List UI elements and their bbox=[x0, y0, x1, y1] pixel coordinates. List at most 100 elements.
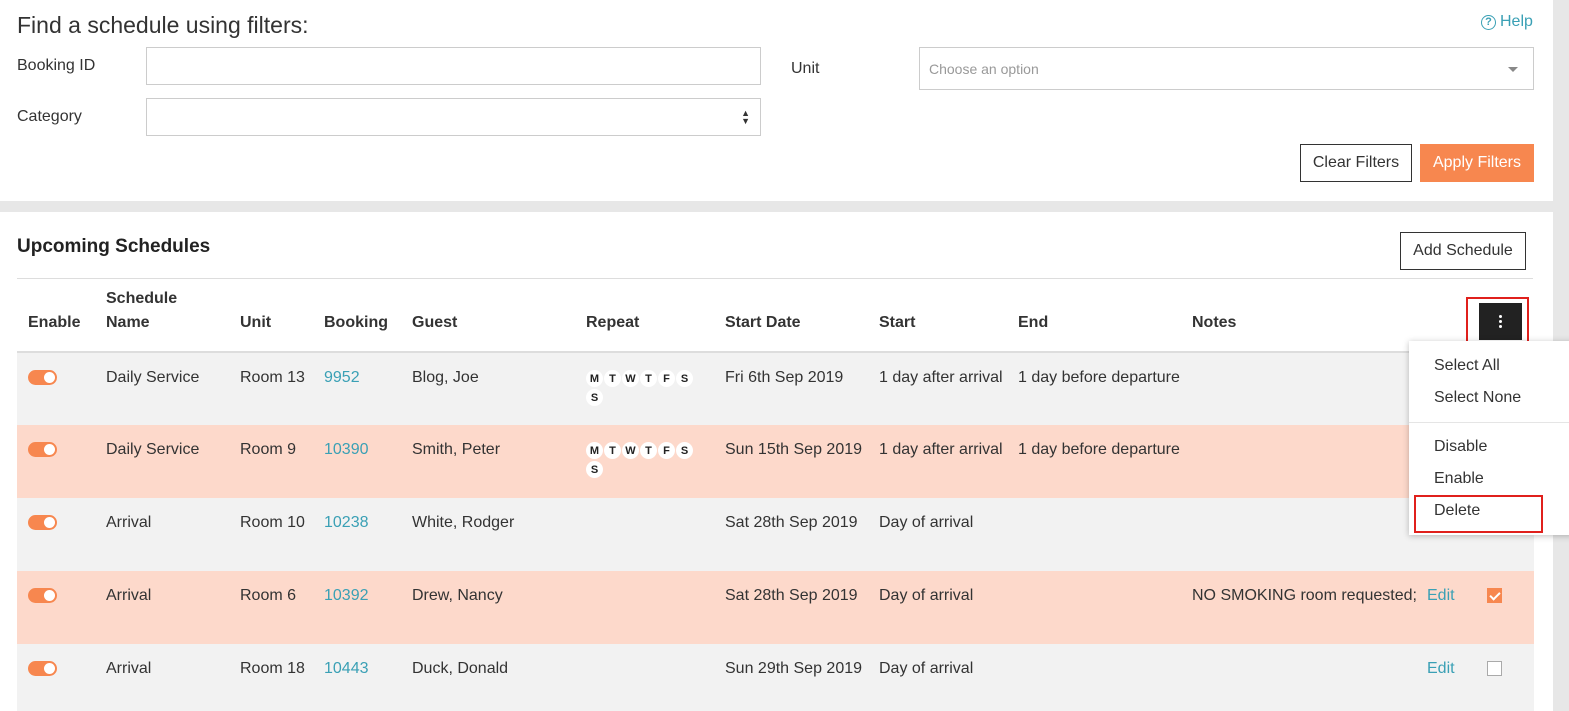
schedule-name: Arrival bbox=[106, 571, 240, 644]
row-checkbox[interactable] bbox=[1487, 661, 1502, 676]
enable-toggle[interactable] bbox=[28, 515, 57, 530]
guest: Blog, Joe bbox=[412, 352, 586, 425]
end: 1 day before departure bbox=[1018, 352, 1192, 425]
day-badge: M bbox=[586, 442, 603, 459]
table-row: Arrival Room 6 10392 Drew, Nancy Sat 28t… bbox=[17, 571, 1534, 644]
enable-toggle[interactable] bbox=[28, 370, 57, 385]
start-date: Fri 6th Sep 2019 bbox=[725, 352, 879, 425]
help-label: Help bbox=[1500, 13, 1533, 30]
unit: Room 9 bbox=[240, 425, 324, 498]
select-arrows-icon: ▲ ▼ bbox=[741, 108, 750, 126]
table-row: Arrival Room 10 10238 White, Rodger Sat … bbox=[17, 498, 1534, 571]
start: 1 day after arrival bbox=[879, 352, 1018, 425]
booking-id-input[interactable] bbox=[146, 47, 761, 85]
menu-item-select-none[interactable]: Select None bbox=[1434, 389, 1521, 407]
start: 1 day after arrival bbox=[879, 425, 1018, 498]
apply-filters-button[interactable]: Apply Filters bbox=[1420, 144, 1534, 182]
header-booking: Booking bbox=[324, 279, 412, 353]
booking-link[interactable]: 10392 bbox=[324, 587, 369, 604]
table-row: Daily Service Room 13 9952 Blog, Joe MTW… bbox=[17, 352, 1534, 425]
notes bbox=[1192, 644, 1427, 711]
repeat-days: MTWTFSS bbox=[586, 442, 696, 478]
header-notes: Notes bbox=[1192, 279, 1427, 353]
help-link[interactable]: ? Help bbox=[1481, 13, 1533, 31]
unit: Room 18 bbox=[240, 644, 324, 711]
notes: NO SMOKING room requested; bbox=[1192, 571, 1427, 644]
day-badge: S bbox=[586, 461, 603, 478]
menu-divider bbox=[1409, 422, 1569, 423]
header-start-date: Start Date bbox=[725, 279, 879, 353]
edit-link[interactable]: Edit bbox=[1427, 587, 1455, 604]
day-badge: M bbox=[586, 370, 603, 387]
notes bbox=[1192, 498, 1427, 571]
repeat-days bbox=[586, 498, 725, 571]
menu-item-enable[interactable]: Enable bbox=[1434, 470, 1484, 488]
booking-link[interactable]: 10443 bbox=[324, 660, 369, 677]
end bbox=[1018, 498, 1192, 571]
menu-item-select-all[interactable]: Select All bbox=[1434, 357, 1500, 375]
menu-item-disable[interactable]: Disable bbox=[1434, 438, 1487, 456]
header-end: End bbox=[1018, 279, 1192, 353]
table-row: Daily Service Room 9 10390 Smith, Peter … bbox=[17, 425, 1534, 498]
edit-link[interactable]: Edit bbox=[1427, 660, 1455, 677]
header-guest: Guest bbox=[412, 279, 586, 353]
unit: Room 13 bbox=[240, 352, 324, 425]
row-checkbox[interactable] bbox=[1487, 588, 1502, 603]
unit: Room 6 bbox=[240, 571, 324, 644]
enable-toggle[interactable] bbox=[28, 588, 57, 603]
repeat-days bbox=[586, 644, 725, 711]
add-schedule-button[interactable]: Add Schedule bbox=[1400, 232, 1526, 270]
header-repeat: Repeat bbox=[586, 279, 725, 353]
start-date: Sun 15th Sep 2019 bbox=[725, 425, 879, 498]
schedules-title: Upcoming Schedules bbox=[17, 236, 211, 257]
highlight-box bbox=[1414, 495, 1543, 533]
clear-filters-button[interactable]: Clear Filters bbox=[1300, 144, 1412, 182]
notes bbox=[1192, 425, 1427, 498]
category-select[interactable]: ▲ ▼ bbox=[146, 98, 761, 136]
filters-panel: Find a schedule using filters: ? Help Bo… bbox=[0, 0, 1553, 201]
start-date: Sat 28th Sep 2019 bbox=[725, 498, 879, 571]
guest: Duck, Donald bbox=[412, 644, 586, 711]
day-badge: F bbox=[658, 370, 675, 387]
header-enable: Enable bbox=[17, 279, 106, 353]
booking-link[interactable]: 9952 bbox=[324, 369, 360, 386]
booking-id-label: Booking ID bbox=[17, 57, 96, 74]
booking-link[interactable]: 10238 bbox=[324, 514, 369, 531]
guest: Drew, Nancy bbox=[412, 571, 586, 644]
enable-toggle[interactable] bbox=[28, 442, 57, 457]
schedules-panel: Upcoming Schedules Add Schedule Enable S… bbox=[0, 212, 1553, 711]
start-date: Sat 28th Sep 2019 bbox=[725, 571, 879, 644]
highlight-box bbox=[1466, 297, 1529, 346]
header-unit: Unit bbox=[240, 279, 324, 353]
enable-toggle[interactable] bbox=[28, 661, 57, 676]
chevron-down-icon bbox=[1508, 67, 1518, 72]
repeat-days: MTWTFSS bbox=[586, 370, 696, 406]
unit-label: Unit bbox=[791, 60, 820, 77]
unit-select[interactable]: Choose an option bbox=[919, 47, 1534, 90]
schedules-table: Enable Schedule Name Unit Booking Guest R… bbox=[17, 279, 1534, 711]
unit: Room 10 bbox=[240, 498, 324, 571]
start-date: Sun 29th Sep 2019 bbox=[725, 644, 879, 711]
guest: Smith, Peter bbox=[412, 425, 586, 498]
booking-link[interactable]: 10390 bbox=[324, 441, 369, 458]
start: Day of arrival bbox=[879, 644, 1018, 711]
day-badge: T bbox=[640, 442, 657, 459]
help-icon: ? bbox=[1481, 14, 1496, 30]
header-start: Start bbox=[879, 279, 1018, 353]
day-badge: W bbox=[622, 442, 639, 459]
schedule-name: Daily Service bbox=[106, 352, 240, 425]
unit-placeholder: Choose an option bbox=[929, 61, 1039, 77]
end bbox=[1018, 644, 1192, 711]
day-badge: F bbox=[658, 442, 675, 459]
schedule-name: Arrival bbox=[106, 644, 240, 711]
day-badge: S bbox=[586, 389, 603, 406]
schedule-name: Arrival bbox=[106, 498, 240, 571]
end: 1 day before departure bbox=[1018, 425, 1192, 498]
repeat-days bbox=[586, 571, 725, 644]
start: Day of arrival bbox=[879, 571, 1018, 644]
notes bbox=[1192, 352, 1427, 425]
table-row: Arrival Room 18 10443 Duck, Donald Sun 2… bbox=[17, 644, 1534, 711]
day-badge: T bbox=[640, 370, 657, 387]
schedule-name: Daily Service bbox=[106, 425, 240, 498]
day-badge: T bbox=[604, 442, 621, 459]
